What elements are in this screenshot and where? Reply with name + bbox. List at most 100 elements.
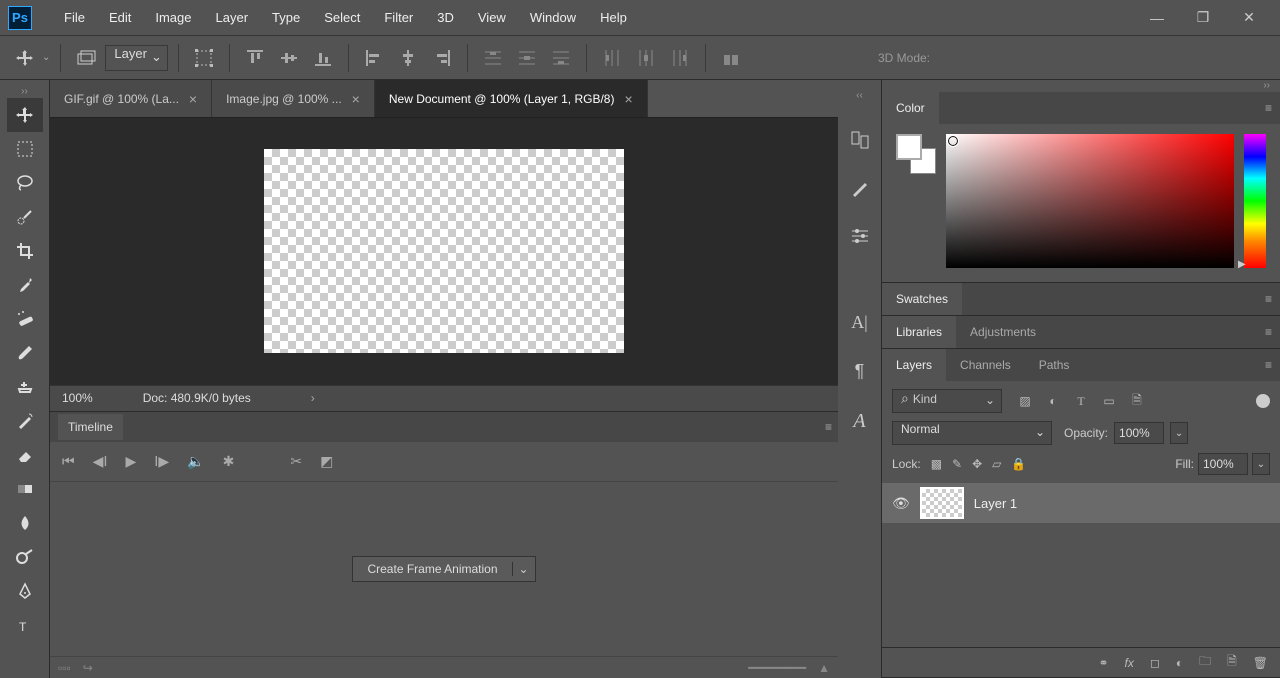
distribute-bottom-icon[interactable] — [546, 43, 576, 73]
timeline-redo-icon[interactable]: ↪ — [83, 661, 93, 675]
glyphs-panel-icon[interactable]: A — [853, 410, 865, 433]
filter-type-icon[interactable]: T — [1072, 394, 1090, 409]
menu-layer[interactable]: Layer — [204, 0, 261, 36]
gradient-tool-icon[interactable] — [7, 472, 43, 506]
visibility-toggle-icon[interactable]: 👁 — [892, 495, 910, 512]
lock-artboard-icon[interactable]: ▱ — [992, 457, 1001, 471]
layer-style-icon[interactable]: fx — [1125, 656, 1134, 670]
fill-input[interactable]: 100% — [1198, 453, 1248, 475]
filter-shape-icon[interactable]: ▭ — [1100, 394, 1118, 408]
timeline-transition-icon[interactable]: ◩ — [320, 453, 333, 470]
layer-thumbnail[interactable] — [920, 487, 964, 519]
timeline-settings-icon[interactable]: ✱ — [223, 453, 235, 470]
brush-settings-panel-icon[interactable] — [850, 226, 870, 246]
libraries-panel-tab[interactable]: Libraries — [882, 316, 956, 348]
timeline-first-frame-icon[interactable]: ⏮ — [62, 453, 75, 470]
lock-image-icon[interactable]: ✎ — [952, 457, 962, 471]
brush-panel-icon[interactable] — [850, 178, 870, 198]
auto-select-icon[interactable] — [71, 43, 101, 73]
distribute-hcenter-icon[interactable] — [631, 43, 661, 73]
close-tab-icon[interactable]: × — [624, 91, 632, 107]
menu-3d[interactable]: 3D — [425, 0, 466, 36]
menu-select[interactable]: Select — [312, 0, 372, 36]
paths-panel-tab[interactable]: Paths — [1025, 349, 1084, 381]
align-bottom-icon[interactable] — [308, 43, 338, 73]
timeline-tab[interactable]: Timeline — [58, 414, 123, 440]
blur-tool-icon[interactable] — [7, 506, 43, 540]
right-expand-icon[interactable]: ›› — [882, 80, 1280, 92]
lock-transparent-icon[interactable]: ▩ — [931, 457, 942, 471]
timeline-play-icon[interactable]: ▶ — [126, 453, 137, 470]
menu-edit[interactable]: Edit — [97, 0, 143, 36]
healing-brush-tool-icon[interactable] — [7, 302, 43, 336]
3d-mode-icon[interactable] — [716, 43, 746, 73]
filter-smart-icon[interactable]: 🗎 — [1128, 391, 1146, 412]
align-vcenter-icon[interactable] — [274, 43, 304, 73]
brush-tool-icon[interactable] — [7, 336, 43, 370]
marquee-tool-icon[interactable] — [7, 132, 43, 166]
align-hcenter-icon[interactable] — [393, 43, 423, 73]
close-tab-icon[interactable]: × — [352, 91, 360, 107]
link-layers-icon[interactable]: ⚭ — [1098, 656, 1108, 670]
status-caret-icon[interactable]: › — [311, 391, 315, 405]
document-tab-3[interactable]: New Document @ 100% (Layer 1, RGB/8)× — [375, 80, 648, 117]
quick-select-tool-icon[interactable] — [7, 200, 43, 234]
tools-expand-icon[interactable]: ›› — [0, 86, 50, 98]
lock-position-icon[interactable]: ✥ — [972, 457, 982, 471]
lock-all-icon[interactable]: 🔒 — [1011, 457, 1026, 471]
close-tab-icon[interactable]: × — [189, 91, 197, 107]
fill-dropdown-icon[interactable]: ⌄ — [1252, 453, 1270, 475]
document-tab-2[interactable]: Image.jpg @ 100% ...× — [212, 80, 375, 117]
delete-layer-icon[interactable]: 🗑 — [1253, 656, 1268, 670]
layer-row[interactable]: 👁 Layer 1 — [882, 483, 1280, 523]
menu-type[interactable]: Type — [260, 0, 312, 36]
eraser-tool-icon[interactable] — [7, 438, 43, 472]
move-tool-preset-icon[interactable] — [10, 43, 40, 73]
swatches-panel-tab[interactable]: Swatches — [882, 283, 962, 315]
lasso-tool-icon[interactable] — [7, 166, 43, 200]
timeline-menu-icon[interactable]: ≡ — [825, 420, 830, 434]
foreground-background-swatch[interactable] — [896, 134, 936, 174]
create-frame-animation-button[interactable]: Create Frame Animation ⌄ — [352, 556, 535, 582]
window-restore-icon[interactable]: ❐ — [1180, 3, 1226, 33]
foreground-color-swatch[interactable] — [896, 134, 922, 160]
transform-controls-icon[interactable] — [189, 43, 219, 73]
new-layer-icon[interactable]: 🗎 — [1227, 652, 1237, 673]
distribute-left-icon[interactable] — [597, 43, 627, 73]
history-panel-icon[interactable] — [850, 130, 870, 150]
clone-stamp-tool-icon[interactable] — [7, 370, 43, 404]
document-canvas[interactable] — [264, 149, 624, 353]
history-brush-tool-icon[interactable] — [7, 404, 43, 438]
timeline-split-icon[interactable]: ✂ — [290, 453, 302, 470]
filter-pixel-icon[interactable]: ▨ — [1016, 394, 1034, 408]
adjustments-panel-tab[interactable]: Adjustments — [956, 316, 1050, 348]
opacity-dropdown-icon[interactable]: ⌄ — [1170, 422, 1188, 444]
type-tool-icon[interactable]: T — [7, 608, 43, 642]
align-left-icon[interactable] — [359, 43, 389, 73]
color-panel-tab[interactable]: Color — [882, 92, 939, 124]
layers-panel-tab[interactable]: Layers — [882, 349, 946, 381]
layer-name[interactable]: Layer 1 — [974, 496, 1017, 511]
timeline-prev-frame-icon[interactable]: ◀Ⅰ — [93, 453, 108, 470]
menu-view[interactable]: View — [466, 0, 518, 36]
layer-mask-icon[interactable]: ◻ — [1150, 656, 1160, 670]
crop-tool-icon[interactable] — [7, 234, 43, 268]
menu-filter[interactable]: Filter — [372, 0, 425, 36]
timeline-frames-icon[interactable]: ▫▫▫ — [58, 661, 71, 675]
color-picker-indicator[interactable] — [948, 136, 958, 146]
zoom-level[interactable]: 100% — [62, 391, 93, 405]
pen-tool-icon[interactable] — [7, 574, 43, 608]
libraries-panel-menu-icon[interactable]: ≡ — [1265, 325, 1280, 339]
paragraph-panel-icon[interactable]: ¶ — [855, 361, 865, 382]
create-animation-dropdown-icon[interactable]: ⌄ — [513, 562, 535, 576]
swatches-panel-menu-icon[interactable]: ≡ — [1265, 292, 1280, 306]
opacity-input[interactable]: 100% — [1114, 422, 1164, 444]
document-tab-1[interactable]: GIF.gif @ 100% (La...× — [50, 80, 212, 117]
align-top-icon[interactable] — [240, 43, 270, 73]
auto-select-target[interactable]: Layer — [105, 45, 168, 71]
layers-panel-menu-icon[interactable]: ≡ — [1265, 358, 1280, 372]
distribute-vcenter-icon[interactable] — [512, 43, 542, 73]
layer-filter-kind[interactable]: Kind — [892, 389, 1002, 413]
window-minimize-icon[interactable]: ― — [1134, 3, 1180, 33]
channels-panel-tab[interactable]: Channels — [946, 349, 1025, 381]
